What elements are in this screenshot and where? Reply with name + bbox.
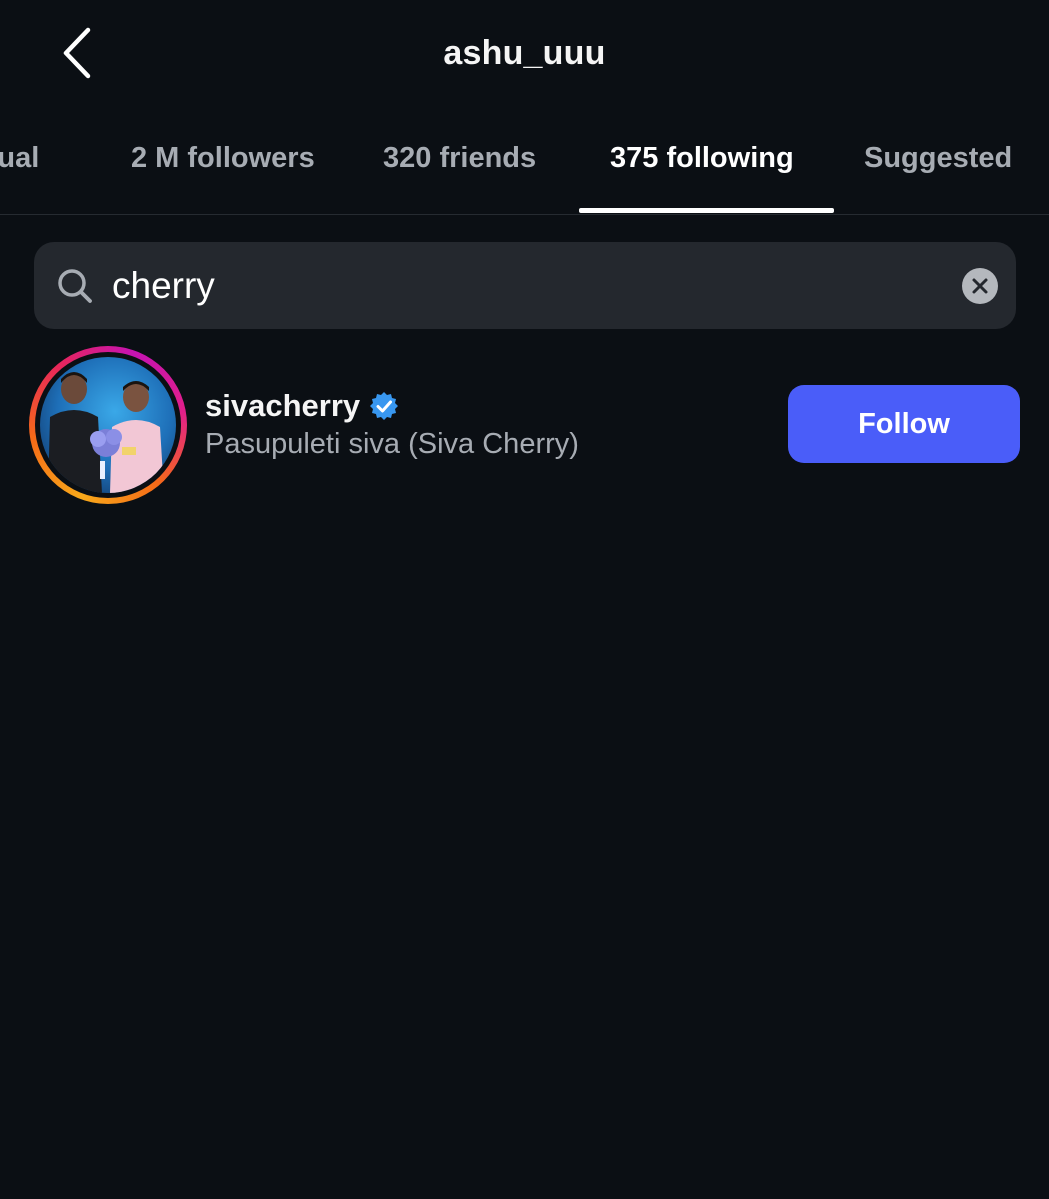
tab-bar: utual 2 M followers 320 friends 375 foll… [0,112,1049,215]
story-ring[interactable] [29,346,187,504]
verified-badge-icon [369,391,399,421]
avatar [40,357,176,493]
username[interactable]: sivacherry [205,388,360,424]
search-input[interactable] [112,242,952,329]
tab-suggested[interactable]: Suggested [864,142,1012,175]
username-line: sivacherry [205,386,399,426]
search-bar [34,242,1016,329]
follow-button[interactable]: Follow [788,385,1020,463]
clear-icon [972,278,988,294]
tab-friends[interactable]: 320 friends [383,142,536,175]
top-bar: ashu_uuu [0,0,1049,112]
page-title: ashu_uuu [443,34,606,72]
tab-followers[interactable]: 2 M followers [131,142,315,175]
tab-following[interactable]: 375 following [610,142,794,175]
active-tab-indicator [579,208,834,213]
tab-mutual[interactable]: utual [0,142,39,175]
full-name: Pasupuleti siva (Siva Cherry) [205,428,579,460]
clear-search-button[interactable] [962,268,998,304]
profile-photo [40,357,176,493]
search-icon [56,267,94,305]
list-item[interactable]: sivacherry Pasupuleti siva (Siva Cherry)… [0,344,1049,506]
